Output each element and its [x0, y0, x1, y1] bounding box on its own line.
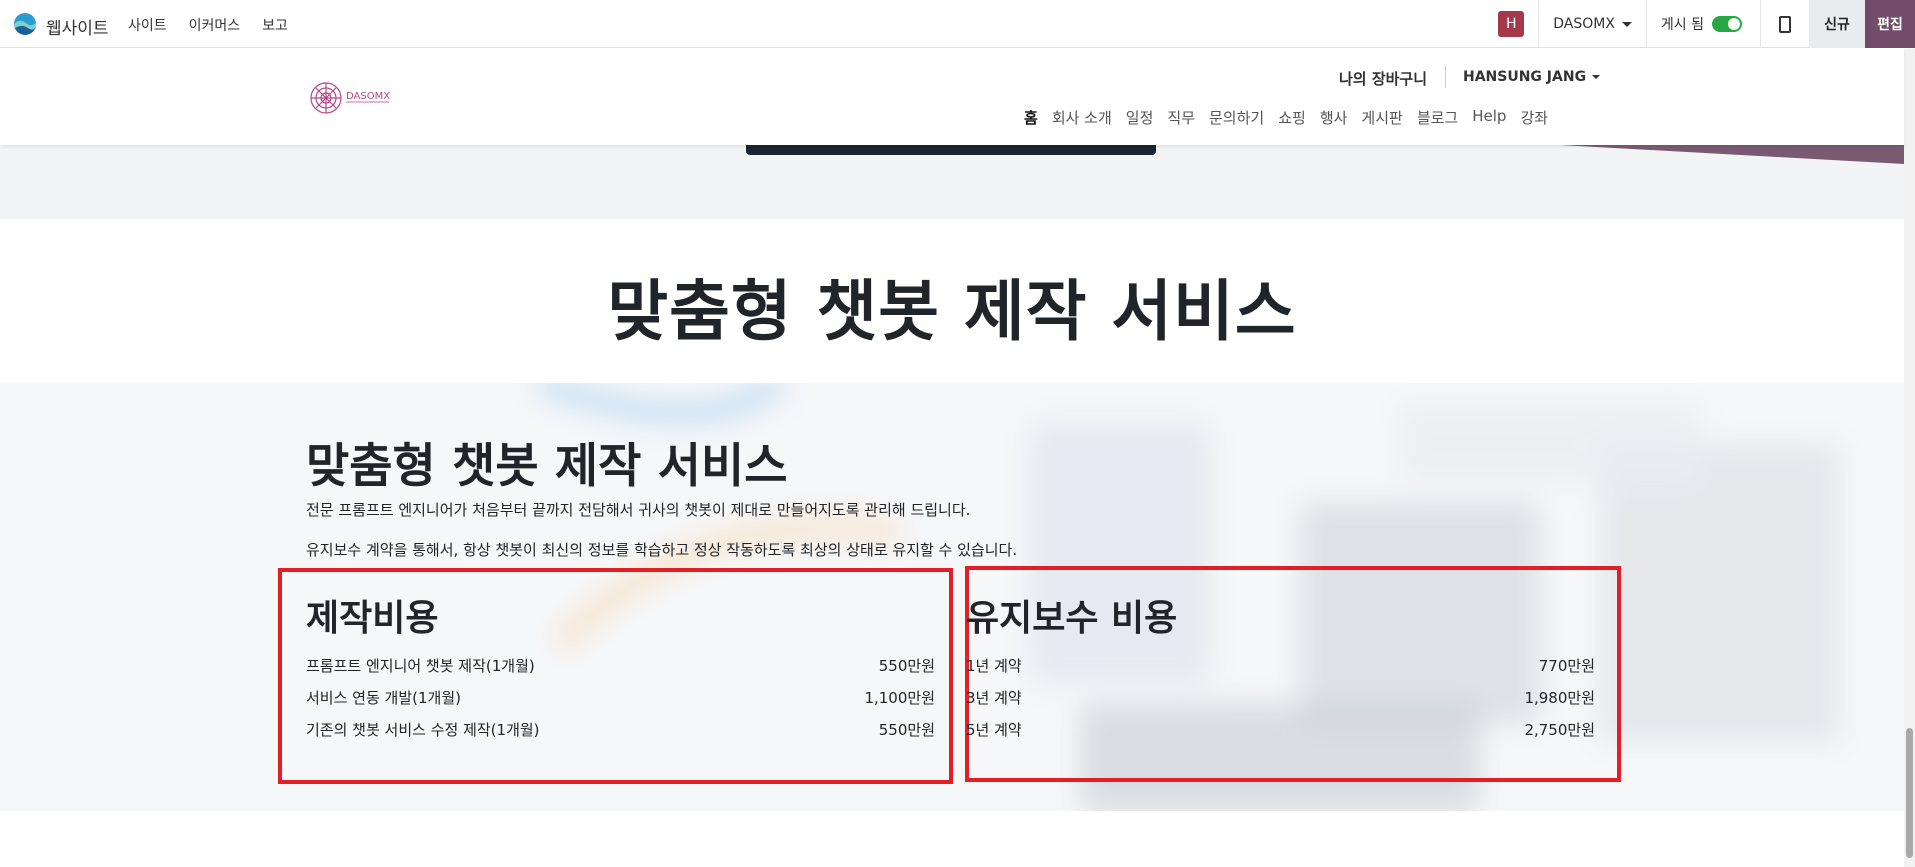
- publish-toggle[interactable]: 게시 됨: [1647, 14, 1760, 34]
- description-text: 유지보수 계약을 통해서, 항상 챗봇이 최신의 정보를 학습하고 정상 작동하…: [306, 541, 1018, 559]
- price-value: 770만원: [1538, 657, 1595, 675]
- dasomx-logo[interactable]: DASOMX: [309, 79, 391, 117]
- admin-navbar: 웹사이트 사이트 이커머스 보고 H DASOMX 게시 됨 신규 편집: [0, 0, 1915, 48]
- price-row: 프롬프트 엔지니어 챗봇 제작(1개월) 550만원: [306, 655, 935, 676]
- price-label: 서비스 연동 개발(1개월): [306, 689, 461, 707]
- price-row: 서비스 연동 개발(1개월) 1,100만원: [306, 687, 935, 708]
- nav-item-shop[interactable]: 쇼핑: [1278, 107, 1306, 128]
- admin-right-group: H DASOMX 게시 됨 신규 편집: [1498, 0, 1915, 48]
- app-name[interactable]: 웹사이트: [46, 14, 109, 39]
- maintenance-cost-title: 유지보수 비용: [966, 598, 1178, 639]
- svg-text:DASOMX: DASOMX: [346, 91, 390, 102]
- scrollbar-thumb[interactable]: [1906, 728, 1913, 858]
- nav-item-forum[interactable]: 게시판: [1361, 107, 1402, 128]
- nav-item-blog[interactable]: 블로그: [1417, 107, 1458, 128]
- price-label: 1년 계약: [966, 657, 1022, 675]
- published-label: 게시 됨: [1660, 17, 1704, 33]
- price-value: 550만원: [878, 721, 935, 739]
- price-value: 1,100만원: [864, 689, 935, 707]
- company-switcher[interactable]: DASOMX: [1539, 16, 1646, 32]
- nav-item-about[interactable]: 회사 소개: [1052, 107, 1112, 128]
- chevron-down-icon: [1592, 75, 1601, 79]
- section-title: 맞춤형 챗봇 제작 서비스: [306, 439, 788, 494]
- price-row: 1년 계약 770만원: [966, 655, 1595, 676]
- user-menu[interactable]: HANSUNG JANG: [1463, 69, 1601, 85]
- price-row: 5년 계약 2,750만원: [966, 719, 1595, 740]
- production-cost-title: 제작비용: [306, 598, 439, 639]
- nav-item-events[interactable]: 행사: [1320, 107, 1348, 128]
- mobile-phone-icon: [1779, 15, 1791, 33]
- nav-item-help[interactable]: Help: [1472, 107, 1506, 128]
- admin-menu-site[interactable]: 사이트: [128, 15, 167, 35]
- chevron-down-icon: [1621, 21, 1632, 27]
- admin-menu-reporting[interactable]: 보고: [262, 15, 288, 35]
- mobile-preview-button[interactable]: [1761, 0, 1809, 48]
- admin-menu: 사이트 이커머스 보고: [128, 15, 288, 35]
- previous-section-bar: [746, 145, 1156, 155]
- user-avatar[interactable]: H: [1498, 11, 1525, 37]
- price-label: 기존의 챗봇 서비스 수정 제작(1개월): [306, 721, 540, 739]
- price-label: 5년 계약: [966, 721, 1022, 739]
- page-title: 맞춤형 챗봇 제작 서비스: [607, 273, 1297, 350]
- company-name: DASOMX: [1553, 16, 1615, 32]
- toggle-switch-icon[interactable]: [1712, 16, 1742, 32]
- divider: [1445, 66, 1446, 88]
- nav-item-schedule[interactable]: 일정: [1126, 107, 1154, 128]
- price-value: 1,980만원: [1524, 689, 1595, 707]
- user-name: HANSUNG JANG: [1463, 69, 1587, 85]
- price-label: 프롬프트 엔지니어 챗봇 제작(1개월): [306, 657, 535, 675]
- my-cart-link[interactable]: 나의 장바구니: [1339, 68, 1427, 89]
- nav-item-contact[interactable]: 문의하기: [1209, 107, 1264, 128]
- admin-menu-ecommerce[interactable]: 이커머스: [189, 15, 241, 35]
- site-header: DASOMX 나의 장바구니 HANSUNG JANG 홈 회사 소개 일정 직…: [0, 49, 1904, 145]
- price-value: 550만원: [878, 657, 935, 675]
- nav-item-courses[interactable]: 강좌: [1520, 107, 1548, 128]
- new-button[interactable]: 신규: [1809, 0, 1865, 48]
- price-row: 3년 계약 1,980만원: [966, 687, 1595, 708]
- nav-item-jobs[interactable]: 직무: [1167, 107, 1195, 128]
- nav-item-home[interactable]: 홈: [1024, 107, 1038, 128]
- website-app-icon[interactable]: [12, 12, 38, 36]
- decorative-shape: [1560, 145, 1904, 164]
- main-nav: 홈 회사 소개 일정 직무 문의하기 쇼핑 행사 게시판 블로그 Help 강좌: [1024, 107, 1548, 128]
- edit-button[interactable]: 편집: [1865, 0, 1915, 48]
- price-value: 2,750만원: [1524, 721, 1595, 739]
- description-text: 전문 프롬프트 엔지니어가 처음부터 끝까지 전담해서 귀사의 챗봇이 제대로 …: [306, 501, 971, 519]
- price-label: 3년 계약: [966, 689, 1022, 707]
- price-row: 기존의 챗봇 서비스 수정 제작(1개월) 550만원: [306, 719, 935, 740]
